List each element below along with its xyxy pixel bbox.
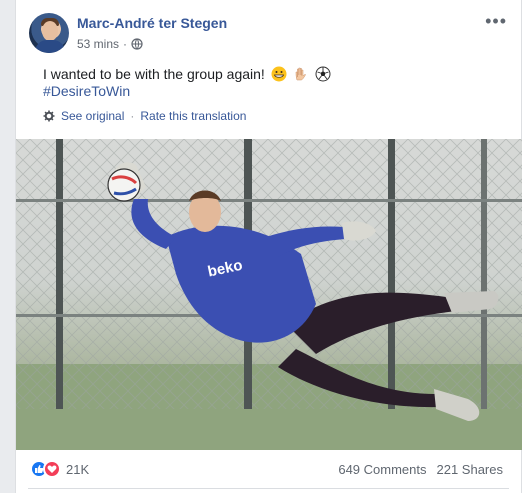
translation-bar: See original · Rate this translation (43, 109, 246, 123)
goalkeeper-photo: beko (16, 139, 522, 450)
author-name[interactable]: Marc-André ter Stegen (77, 15, 227, 31)
raised-hand-emoji (295, 67, 306, 81)
love-reaction-icon (43, 460, 61, 478)
post-card: Marc-André ter Stegen 53 mins · ••• I wa… (15, 0, 522, 493)
engagement-counts: 649 Comments 221 Shares (338, 462, 503, 477)
reactions-summary[interactable]: 21K (30, 460, 89, 478)
meta-separator: · (123, 37, 128, 51)
post-meta: 53 mins · (77, 37, 143, 51)
post-timestamp[interactable]: 53 mins (77, 37, 119, 51)
grinning-face-emoji (271, 66, 287, 82)
globe-icon[interactable] (131, 38, 143, 50)
soccer-ball-emoji (315, 66, 330, 82)
footer-divider (28, 488, 509, 489)
comments-count-link[interactable]: 649 Comments (338, 462, 426, 477)
see-original-link[interactable]: See original (61, 109, 124, 123)
translation-separator: · (130, 109, 135, 123)
shares-count-link[interactable]: 221 Shares (437, 462, 504, 477)
post-text-content: I wanted to be with the group again! (43, 66, 269, 82)
reaction-count: 21K (66, 461, 90, 477)
hashtag-link[interactable]: #DesireToWin (43, 83, 130, 99)
post-photo[interactable]: beko (16, 139, 522, 450)
author-avatar[interactable] (29, 13, 69, 53)
more-options-icon[interactable]: ••• (485, 12, 507, 30)
gear-icon[interactable] (43, 110, 55, 122)
rate-translation-link[interactable]: Rate this translation (140, 109, 246, 123)
post-text: I wanted to be with the group again! (43, 64, 331, 84)
